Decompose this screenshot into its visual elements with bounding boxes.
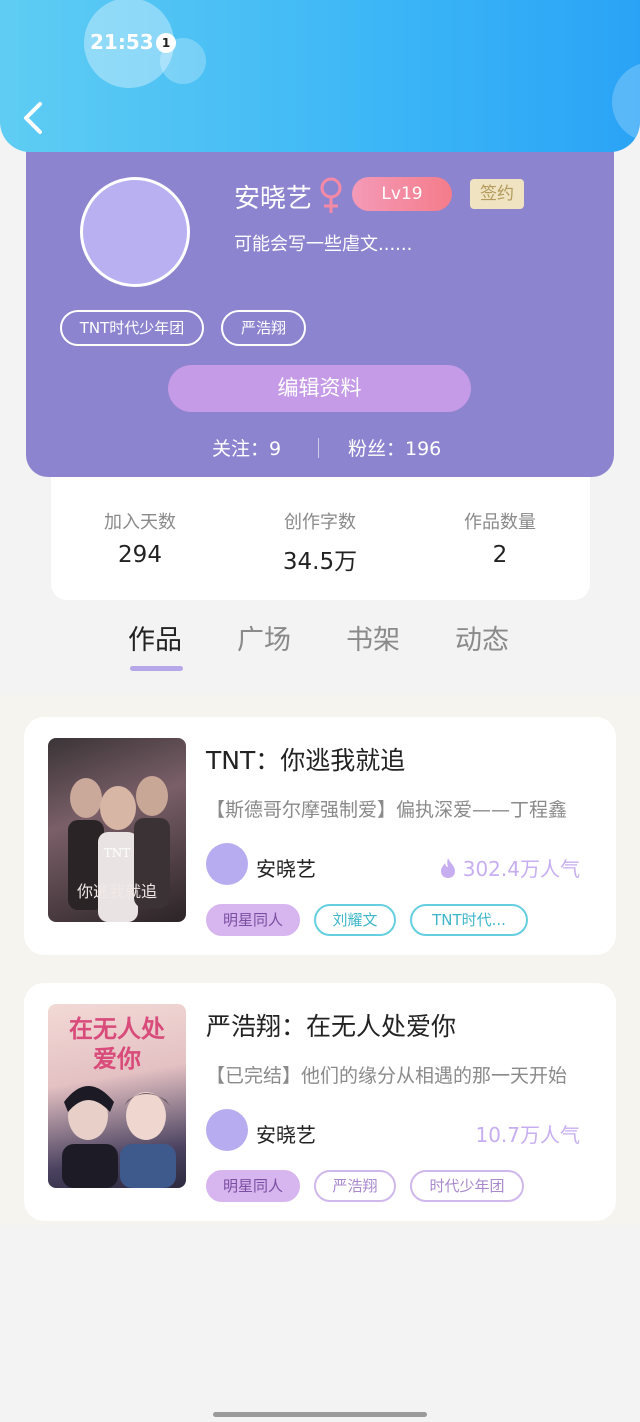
top-header: 21:53 1 <box>0 0 640 152</box>
stats-card: 加入天数 294 创作字数 34.5万 作品数量 2 <box>51 468 590 600</box>
stat-join-days: 加入天数 294 <box>60 508 220 568</box>
active-tab-indicator <box>130 666 183 671</box>
stat-works-count: 作品数量 2 <box>420 508 580 568</box>
work-title[interactable]: TNT：你逃我就追 <box>206 741 405 777</box>
work-tag[interactable]: TNT时代... <box>410 904 528 936</box>
author-name[interactable]: 安晓艺 <box>256 853 316 882</box>
tab-works[interactable]: 作品 <box>128 618 182 657</box>
stat-value: 2 <box>492 542 508 568</box>
signed-badge: 签约 <box>470 179 524 209</box>
popularity-value: 302.4万人气 <box>462 857 580 881</box>
level-badge: Lv19 <box>352 177 452 211</box>
stat-value: 34.5万 <box>282 549 358 575</box>
work-card[interactable]: 在无人处爱你 严浩翔：在无人处爱你 【已完结】他们的缘分从相遇的那一天开始 安晓… <box>24 983 616 1221</box>
popularity: 10.7万人气 <box>475 1123 580 1147</box>
author-avatar[interactable] <box>206 843 248 885</box>
work-card[interactable]: TNT 你逃我就追 TNT：你逃我就追 【斯德哥尔摩强制爱】偏执深爱——丁程鑫 … <box>24 717 616 955</box>
back-button[interactable] <box>16 96 56 140</box>
username: 安晓艺 <box>234 184 313 214</box>
work-tag[interactable]: 时代少年团 <box>410 1170 524 1202</box>
tab-bar: 作品 广场 书架 动态 <box>0 600 640 695</box>
work-description: 【已完结】他们的缘分从相遇的那一天开始 <box>206 1065 568 1087</box>
avatar[interactable] <box>80 177 190 287</box>
user-bio: 可能会写一些虐文...... <box>234 234 413 255</box>
edit-profile-button[interactable]: 编辑资料 <box>168 365 471 412</box>
work-tag[interactable]: 明星同人 <box>206 904 300 936</box>
work-description: 【斯德哥尔摩强制爱】偏执深爱——丁程鑫 <box>206 799 568 821</box>
popularity: 302.4万人气 <box>439 853 580 882</box>
flame-icon <box>440 858 455 878</box>
status-time: 21:53 <box>90 30 154 54</box>
cover-title: 你逃我就追 <box>76 882 157 901</box>
decor-bubble <box>612 62 640 142</box>
divider <box>318 438 319 458</box>
followers-count[interactable]: 粉丝：196 <box>348 434 441 461</box>
profile-tag[interactable]: TNT时代少年团 <box>60 310 204 346</box>
notification-badge: 1 <box>156 33 176 53</box>
tab-bookshelf[interactable]: 书架 <box>346 618 400 657</box>
work-tag[interactable]: 刘耀文 <box>314 904 396 936</box>
author-name[interactable]: 安晓艺 <box>256 1119 316 1148</box>
work-tag[interactable]: 严浩翔 <box>314 1170 396 1202</box>
cover-title: 在无人处爱你 <box>69 1014 165 1073</box>
author-avatar[interactable] <box>206 1109 248 1151</box>
stat-label: 加入天数 <box>104 512 176 533</box>
book-cover: 在无人处爱你 <box>48 1004 186 1188</box>
stat-label: 创作字数 <box>284 512 356 533</box>
stat-value: 294 <box>118 542 162 568</box>
profile-card: 安晓艺 Lv19 签约 可能会写一些虐文...... TNT时代少年团 严浩翔 … <box>26 120 614 477</box>
stat-label: 作品数量 <box>464 512 536 533</box>
stat-word-count: 创作字数 34.5万 <box>240 508 400 576</box>
following-count[interactable]: 关注：9 <box>212 434 281 461</box>
home-indicator[interactable] <box>213 1412 427 1417</box>
back-chevron-icon <box>24 102 42 134</box>
book-cover: TNT 你逃我就追 <box>48 738 186 922</box>
work-title[interactable]: 严浩翔：在无人处爱你 <box>206 1007 456 1043</box>
work-tag[interactable]: 明星同人 <box>206 1170 300 1202</box>
profile-tag[interactable]: 严浩翔 <box>221 310 306 346</box>
tab-feed[interactable]: 动态 <box>455 618 509 657</box>
cover-title-top: TNT <box>103 846 131 860</box>
female-gender-icon <box>320 177 342 213</box>
tab-square[interactable]: 广场 <box>237 618 291 657</box>
